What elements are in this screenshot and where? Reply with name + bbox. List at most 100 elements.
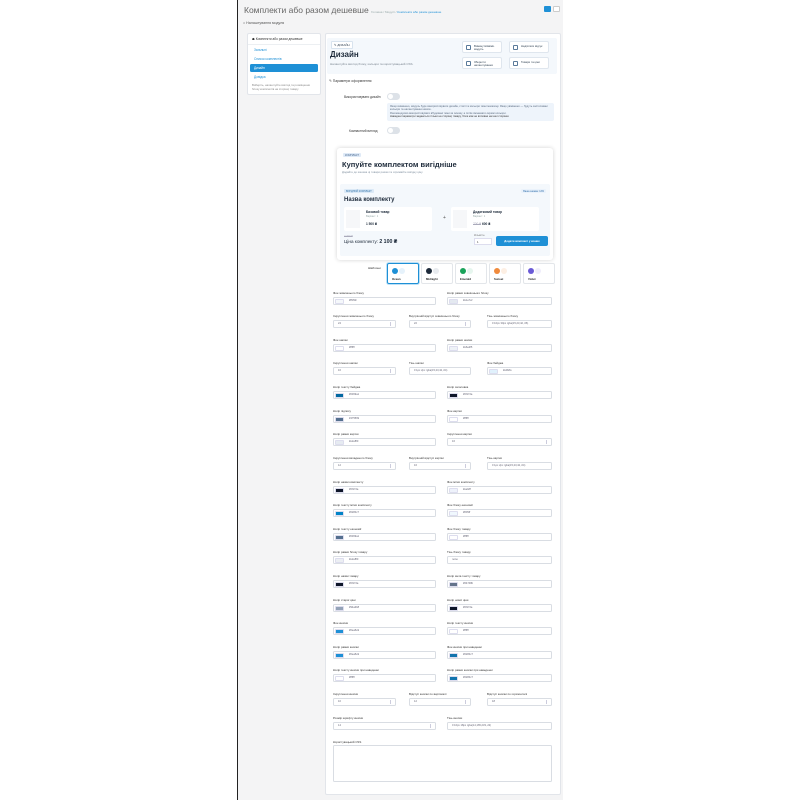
color-input[interactable]: #ffffff (447, 415, 552, 423)
number-input[interactable]: 22 (409, 320, 471, 328)
color-input[interactable]: #0ea5e9 (333, 651, 436, 659)
color-input[interactable]: #0284c7 (447, 651, 552, 659)
color-swatch[interactable] (335, 653, 344, 658)
color-swatch[interactable] (449, 417, 458, 422)
color-swatch[interactable] (335, 535, 344, 540)
color-input[interactable]: #0f172a (447, 604, 552, 612)
spinner-icon[interactable] (390, 369, 393, 373)
color-swatch[interactable] (449, 346, 458, 351)
number-input[interactable]: 12 (333, 462, 396, 470)
color-swatch[interactable] (335, 582, 344, 587)
color-input[interactable]: #e0f2fe (487, 367, 552, 375)
color-swatch[interactable] (335, 440, 344, 445)
spinner-icon[interactable] (546, 440, 549, 444)
sidebar-item-general[interactable]: Загальні (250, 46, 318, 54)
text-input[interactable]: 0 1px 2px rgba(15,23,42,.04) (487, 462, 552, 470)
color-swatch[interactable] (449, 582, 458, 587)
color-input[interactable]: #0284c7 (333, 509, 436, 517)
product-card[interactable]: Додатковий товар Варіант: 1 700 ₴600 ₴ (451, 207, 539, 231)
custom-css-textarea[interactable] (333, 745, 552, 782)
color-swatch[interactable] (449, 676, 458, 681)
color-swatch[interactable] (335, 606, 344, 611)
color-input[interactable]: #64748b (447, 580, 552, 588)
color-input[interactable]: #ffffff (447, 627, 552, 635)
color-swatch[interactable] (335, 299, 344, 304)
feedback-button[interactable]: Надіслати відгук (509, 41, 549, 53)
number-input[interactable]: 16 (447, 438, 552, 446)
color-input[interactable]: #e6edf5 (447, 344, 552, 352)
color-input[interactable]: #94a3b8 (333, 604, 436, 612)
color-swatch[interactable] (335, 558, 344, 563)
number-input[interactable]: 10 (333, 698, 396, 706)
theme-violet[interactable]: Violet (523, 263, 555, 284)
color-input[interactable]: #e2e8f0 (333, 438, 436, 446)
spinner-icon[interactable] (390, 700, 393, 704)
spinner-icon[interactable] (465, 700, 468, 704)
color-input[interactable]: #0ea5e9 (333, 627, 436, 635)
menu-chevron-icon[interactable] (553, 6, 560, 12)
color-input[interactable]: #0369a1 (333, 391, 436, 399)
number-input[interactable]: 16 (333, 367, 396, 375)
color-input[interactable]: #f6f9fc (333, 297, 436, 305)
spinner-icon[interactable] (465, 322, 468, 326)
product-card[interactable]: Базовий товар Варіант: 1 1 500 ₴ (344, 207, 432, 231)
theme-ocean[interactable]: Ocean (387, 263, 419, 284)
add-bundle-button[interactable]: Додати комплект у кошик (496, 236, 548, 246)
text-input[interactable]: 0 1px 2px rgba(15,23,42,.04) (409, 367, 471, 375)
spinner-icon[interactable] (390, 322, 393, 326)
color-swatch[interactable] (449, 393, 458, 398)
save-button[interactable] (544, 6, 551, 12)
color-swatch[interactable] (449, 629, 458, 634)
breadcrumb-home[interactable]: Головна (371, 10, 382, 14)
spinner-icon[interactable] (430, 724, 433, 728)
number-input[interactable]: 16 (409, 462, 471, 470)
breadcrumb-modules[interactable]: Модулі (385, 10, 395, 14)
sidebar-item-design[interactable]: Дизайн (250, 64, 318, 72)
color-swatch[interactable] (335, 393, 344, 398)
color-swatch[interactable] (335, 346, 344, 351)
color-swatch[interactable] (449, 653, 458, 658)
color-swatch[interactable] (449, 299, 458, 304)
color-input[interactable]: #475569 (333, 415, 436, 423)
color-swatch[interactable] (449, 511, 458, 516)
color-input[interactable]: #0f172a (447, 391, 552, 399)
text-input[interactable]: 0 10px 18px rgba(14,165,233,.22) (447, 722, 552, 730)
number-input[interactable]: 24 (333, 320, 396, 328)
sidebar-item-list[interactable]: Список комплектів (250, 55, 318, 63)
color-input[interactable]: #eef2ff (447, 486, 552, 494)
color-input[interactable]: #ffffff (333, 674, 436, 682)
theme-emerald[interactable]: Emerald (455, 263, 487, 284)
color-swatch[interactable] (335, 511, 344, 516)
color-input[interactable]: #0f172a (333, 486, 436, 494)
color-input[interactable]: #ffffff (447, 533, 552, 541)
color-input[interactable]: #0f172a (333, 580, 436, 588)
products-prices-button[interactable]: Товари та ціни (509, 57, 549, 69)
use-design-toggle[interactable] (387, 93, 400, 100)
spinner-icon[interactable] (390, 464, 393, 468)
number-input[interactable]: 12 (409, 698, 471, 706)
color-input[interactable]: #0284c7 (447, 674, 552, 682)
color-swatch[interactable] (335, 629, 344, 634)
toggle-module-button[interactable]: Вимкнути/ввімк. модуль (462, 41, 502, 53)
text-input[interactable]: none (447, 556, 552, 564)
color-swatch[interactable] (335, 417, 344, 422)
number-input[interactable]: 18 (487, 698, 552, 706)
color-swatch[interactable] (335, 488, 344, 493)
breadcrumb-current[interactable]: Комплекти або разом дешевше (397, 10, 441, 14)
number-input[interactable]: 14 (333, 722, 436, 730)
color-swatch[interactable] (489, 369, 498, 374)
color-input[interactable]: #e1e7ef (447, 297, 552, 305)
theme-midnight[interactable]: Midnight (421, 263, 453, 284)
color-input[interactable]: #ffffff (333, 344, 436, 352)
color-swatch[interactable] (449, 606, 458, 611)
color-swatch[interactable] (335, 676, 344, 681)
compact-view-toggle[interactable] (387, 127, 400, 134)
theme-sunset[interactable]: Sunset (489, 263, 521, 284)
spinner-icon[interactable] (546, 700, 549, 704)
color-input[interactable]: #e2e8f0 (333, 556, 436, 564)
text-input[interactable]: 0 10px 30px rgba(15,23,42,.06) (487, 320, 552, 328)
save-settings-button[interactable]: Зберегти налаштування (462, 57, 502, 69)
color-input[interactable]: #f0f9ff (447, 509, 552, 517)
color-input[interactable]: #0369a1 (333, 533, 436, 541)
color-swatch[interactable] (449, 535, 458, 540)
